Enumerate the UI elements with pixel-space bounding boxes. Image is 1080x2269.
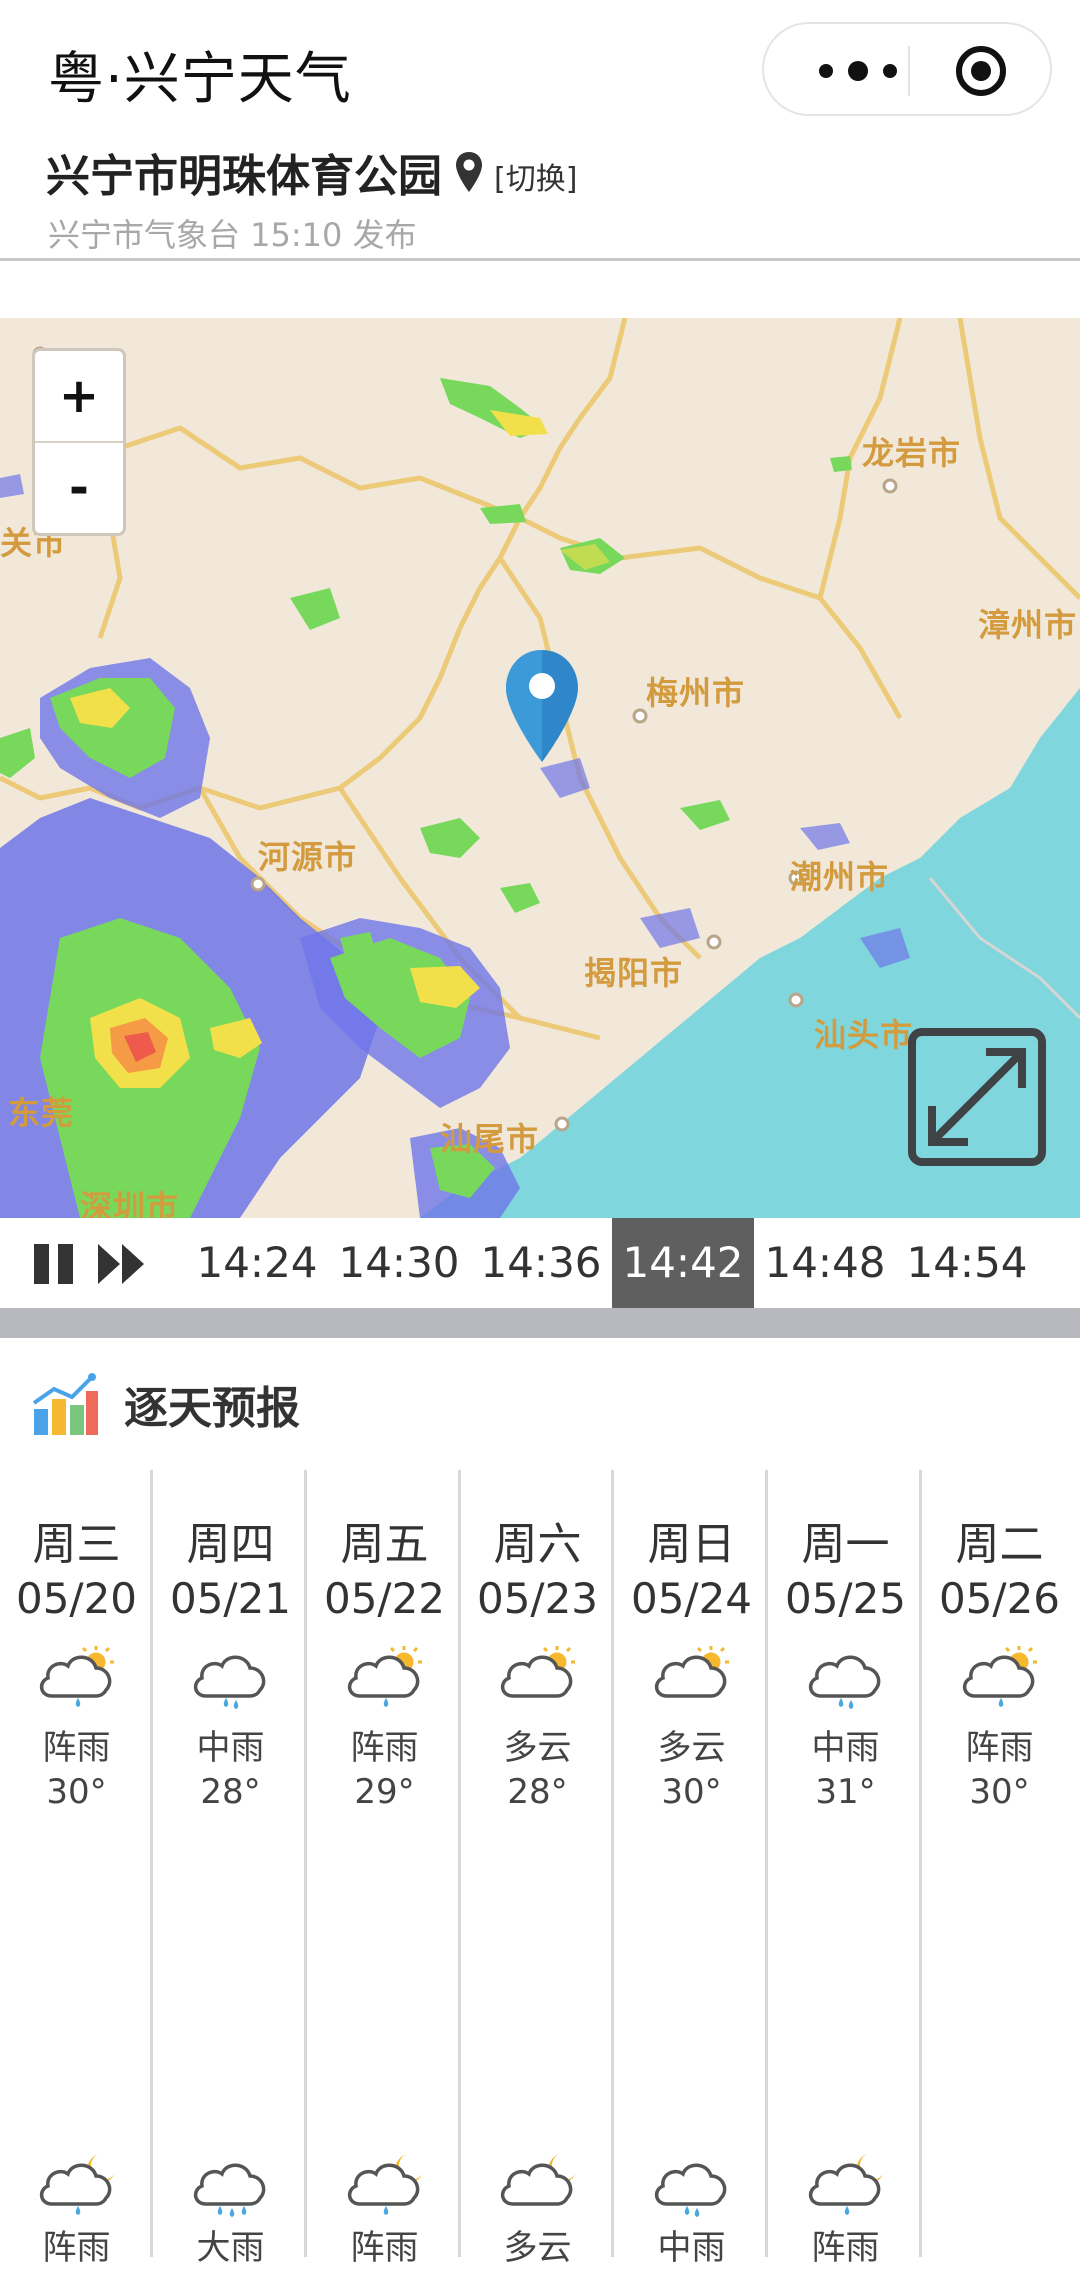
radar-map[interactable]: 龙岩市 漳州市 梅州市 河源市 潮州市 揭阳市 汕头市 汕尾市 东莞 深圳市 关…	[0, 318, 1080, 1218]
night-condition: 中雨	[657, 2228, 726, 2268]
cloudy-day-icon	[649, 1642, 737, 1710]
high-temperature: 28°	[507, 1772, 568, 1812]
day-date: 05/23	[476, 1574, 599, 1623]
zoom-control: + -	[32, 348, 126, 536]
pause-icon[interactable]	[34, 1244, 76, 1284]
moderate-rain-icon	[188, 1642, 276, 1710]
city-label: 梅州市	[646, 674, 746, 712]
more-icon[interactable]	[808, 54, 908, 88]
high-temperature: 30°	[661, 1772, 722, 1812]
day-name: 周五	[340, 1519, 429, 1570]
time-steps: 14:24 14:30 14:36 14:42 14:48 14:54	[186, 1218, 1038, 1308]
night-condition: 大雨	[196, 2228, 265, 2268]
day-condition: 中雨	[811, 1728, 880, 1768]
shower-night-icon	[342, 2150, 430, 2218]
high-temperature: 29°	[354, 1772, 415, 1812]
fast-forward-icon[interactable]	[98, 1244, 146, 1284]
switch-location-link[interactable]: [切换]	[494, 154, 577, 198]
time-step[interactable]: 14:42	[612, 1218, 754, 1308]
day-name: 周六	[493, 1519, 582, 1570]
high-temperature: 30°	[46, 1772, 107, 1812]
time-step[interactable]: 14:36	[470, 1218, 612, 1308]
day-column: 周六 05/23 多云 28° 多云	[461, 1470, 614, 2268]
day-condition: 多云	[503, 1728, 572, 1768]
shower-day-icon	[34, 1642, 122, 1710]
day-date: 05/25	[784, 1574, 907, 1623]
day-name: 周二	[955, 1519, 1044, 1570]
shower-day-icon	[342, 1642, 430, 1710]
city-label: 东莞	[8, 1094, 75, 1132]
day-name: 周四	[186, 1519, 275, 1570]
day-column: 周一 05/25 中雨 31° 阵雨	[769, 1470, 922, 2268]
timeline-track	[0, 1308, 1080, 1338]
high-temperature: 28°	[200, 1772, 261, 1812]
day-column: 周三 05/20 阵雨 30° 阵雨	[0, 1470, 153, 2268]
cloudy-day-icon	[495, 1642, 583, 1710]
fullscreen-icon[interactable]	[906, 1026, 1048, 1168]
location-name: 兴宁市明珠体育公园	[46, 151, 442, 202]
day-column: 周五 05/22 阵雨 29° 阵雨	[308, 1470, 461, 2268]
radar-timeline: 14:24 14:30 14:36 14:42 14:48 14:54	[0, 1218, 1080, 1308]
time-step[interactable]: 14:48	[754, 1218, 896, 1308]
forecast-title: 逐天预报	[124, 1383, 300, 1434]
high-temperature: 30°	[969, 1772, 1030, 1812]
day-name: 周三	[32, 1519, 121, 1570]
city-label: 汕尾市	[440, 1120, 540, 1158]
time-step[interactable]: 14:24	[186, 1218, 328, 1308]
night-condition: 阵雨	[350, 2228, 419, 2268]
day-date: 05/24	[630, 1574, 753, 1623]
capsule-divider	[908, 46, 910, 96]
day-condition: 多云	[657, 1728, 726, 1768]
night-condition: 多云	[503, 2228, 572, 2268]
shower-night-icon	[803, 2150, 891, 2218]
shower-night-icon	[34, 2150, 122, 2218]
zoom-out-button[interactable]: -	[35, 443, 123, 533]
day-name: 周一	[801, 1519, 890, 1570]
high-temperature: 31°	[815, 1772, 876, 1812]
day-condition: 阵雨	[350, 1728, 419, 1768]
time-step[interactable]: 14:30	[328, 1218, 470, 1308]
moderate-rain-icon	[649, 2150, 737, 2218]
day-date: 05/26	[938, 1574, 1061, 1623]
cloudy-night-icon	[495, 2150, 583, 2218]
day-name: 周日	[647, 1519, 736, 1570]
city-label: 潮州市	[790, 858, 890, 896]
header-divider	[0, 258, 1080, 261]
zoom-in-button[interactable]: +	[35, 351, 123, 441]
day-condition: 中雨	[196, 1728, 265, 1768]
city-label: 揭阳市	[584, 954, 684, 992]
day-date: 05/21	[169, 1574, 292, 1623]
time-step[interactable]: 14:54	[896, 1218, 1038, 1308]
heavy-rain-icon	[188, 2150, 276, 2218]
location-row: 兴宁市明珠体育公园 [切换]	[46, 140, 577, 204]
city-label: 深圳市	[80, 1188, 180, 1218]
city-label: 龙岩市	[862, 434, 962, 472]
city-label: 河源市	[258, 838, 358, 876]
app-title: 粤·兴宁天气	[48, 47, 352, 112]
day-column: 周四 05/21 中雨 28° 大雨	[154, 1470, 307, 2268]
daily-forecast-grid: 周三 05/20 阵雨 30° 阵雨 周四 05/21 中雨 28° 大雨 周五 05/22 阵雨 29°…	[0, 1470, 1080, 2268]
moderate-rain-icon	[803, 1642, 891, 1710]
day-date: 05/22	[323, 1574, 446, 1623]
publish-info: 兴宁市气象台 15:10 发布	[48, 216, 417, 254]
city-label: 漳州市	[978, 606, 1078, 644]
shower-day-icon	[957, 1642, 1045, 1710]
day-condition: 阵雨	[965, 1728, 1034, 1768]
night-condition: 阵雨	[811, 2228, 880, 2268]
close-miniprogram-icon[interactable]	[954, 44, 1008, 98]
day-condition: 阵雨	[42, 1728, 111, 1768]
forecast-header: 逐天预报	[30, 1364, 300, 1444]
city-label: 汕头市	[814, 1016, 914, 1054]
location-pin-icon	[456, 152, 482, 192]
bar-chart-icon	[32, 1373, 98, 1435]
night-condition: 阵雨	[42, 2228, 111, 2268]
title-bar: 粤·兴宁天气	[0, 0, 1080, 140]
day-column: 周日 05/24 多云 30° 中雨	[615, 1470, 768, 2268]
map-location-marker-icon[interactable]	[504, 648, 580, 764]
day-column: 周二 05/26 阵雨 30°	[923, 1470, 1076, 2257]
menu-capsule	[762, 22, 1052, 116]
day-date: 05/20	[15, 1574, 138, 1623]
